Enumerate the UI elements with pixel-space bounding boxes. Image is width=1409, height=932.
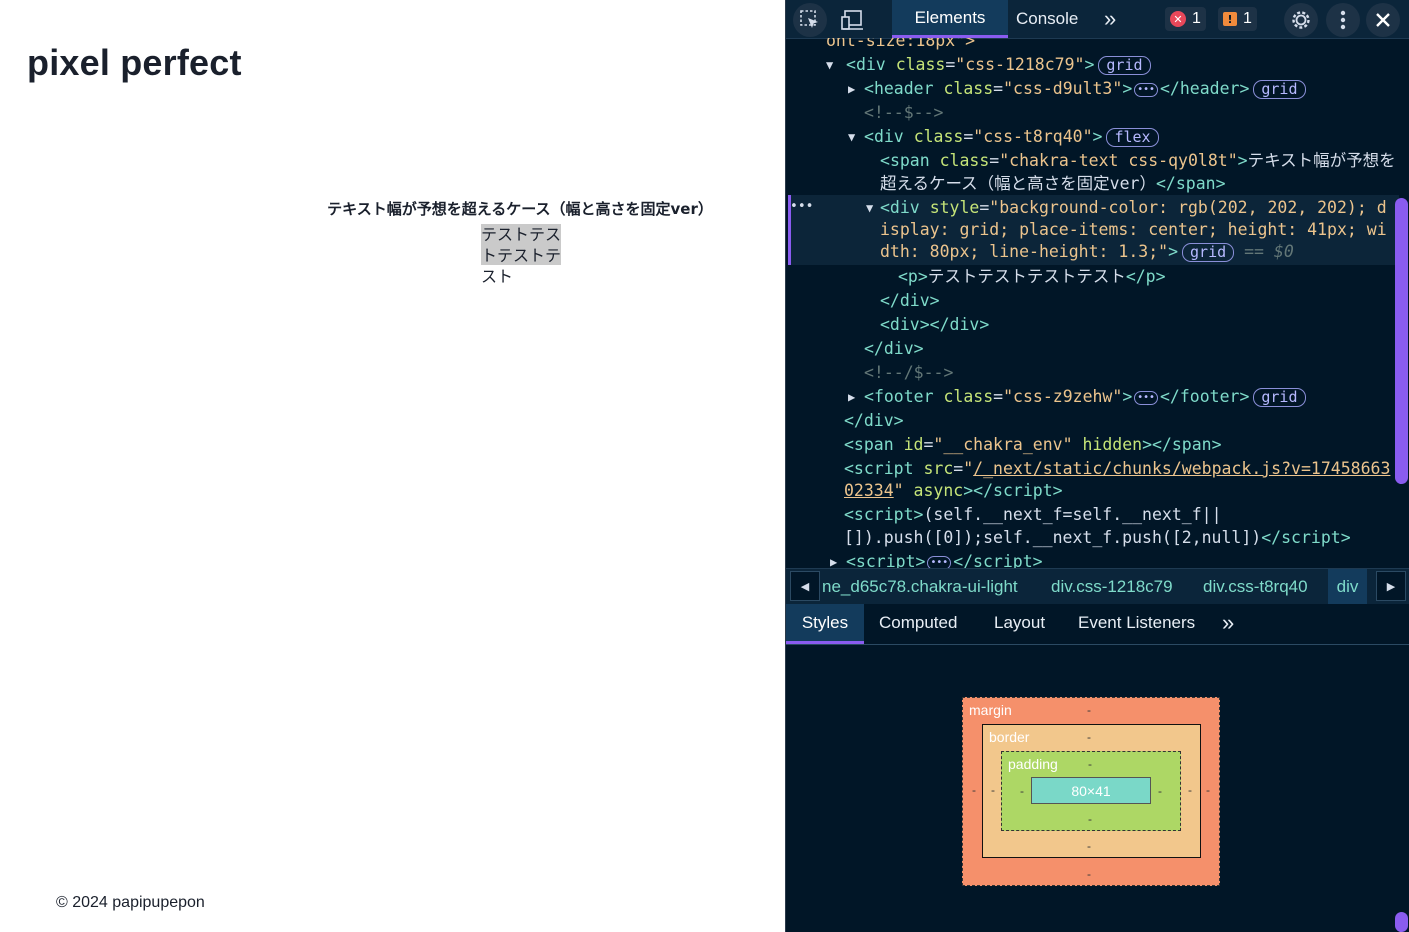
grid-badge[interactable]: grid	[1182, 243, 1235, 262]
expand-triangle-icon[interactable]: ▶	[848, 78, 855, 100]
more-options-icon[interactable]	[1326, 3, 1360, 37]
ellipsis-icon[interactable]: •••	[927, 555, 952, 568]
page-viewport: pixel perfect テキスト幅が予想を超えるケース（幅と高さを固定ver…	[0, 0, 785, 932]
tab-event-listeners[interactable]: Event Listeners	[1078, 604, 1195, 644]
dollar-zero-ref: == $0	[1244, 242, 1294, 261]
dom-line[interactable]: 超えるケース（幅と高さを固定ver）</span>	[880, 173, 1226, 195]
margin-left-value[interactable]: -	[972, 783, 976, 797]
settings-gear-icon[interactable]	[1284, 3, 1318, 37]
dom-line[interactable]: <span class="chakra-text css-qy0l8t">テキス…	[880, 150, 1396, 172]
warning-badge[interactable]: ! 1	[1218, 7, 1257, 31]
grid-badge[interactable]: grid	[1253, 80, 1306, 99]
flex-badge[interactable]: flex	[1106, 128, 1159, 147]
expand-triangle-icon[interactable]: ▶	[830, 551, 837, 568]
footer-copyright: © 2024 papipupepon	[56, 894, 205, 911]
border-bottom-value[interactable]: -	[1087, 839, 1091, 853]
breadcrumb-right-arrow-icon[interactable]: ▶	[1376, 571, 1406, 601]
ellipsis-icon[interactable]: •••	[1134, 82, 1158, 97]
script-src-link[interactable]: /_next/static/chunks/webpack.js?v=174586…	[973, 459, 1390, 478]
inspect-element-icon[interactable]	[793, 3, 827, 37]
tab-styles[interactable]: Styles	[786, 604, 864, 644]
warning-count: 1	[1243, 10, 1252, 27]
breadcrumb-left-arrow-icon[interactable]: ◀	[790, 571, 820, 601]
error-badge[interactable]: ✕ 1	[1165, 7, 1206, 31]
collapse-triangle-icon[interactable]: ▼	[826, 54, 833, 76]
dom-line[interactable]: </div>	[880, 290, 940, 312]
breadcrumb-item[interactable]: div.css-t8rq40	[1203, 569, 1308, 604]
dom-comment[interactable]: <!--$-->	[864, 102, 943, 124]
error-icon: ✕	[1170, 11, 1186, 27]
error-count: 1	[1192, 10, 1201, 27]
padding-bottom-value[interactable]: -	[1088, 812, 1092, 826]
border-left-value[interactable]: -	[991, 783, 995, 797]
dom-line[interactable]: ▼ <div class="css-t8rq40"> flex	[848, 126, 1159, 148]
more-tabs-icon[interactable]: »	[1104, 0, 1116, 38]
padding-top-value[interactable]: -	[1088, 757, 1092, 771]
dom-line-selected[interactable]: dth: 80px; line-height: 1.3;"> grid == $0	[880, 241, 1294, 263]
collapse-triangle-icon[interactable]: ▼	[866, 197, 873, 219]
dom-line[interactable]: ▶ <header class="css-d9ult3"> ••• </header…	[848, 78, 1306, 100]
grid-badge[interactable]: grid	[1098, 56, 1151, 75]
dom-line[interactable]: ▼ <div class="css-1218c79"> grid	[826, 54, 1151, 76]
dom-line[interactable]: ont-size:18px">	[826, 38, 975, 52]
breadcrumb-item-selected[interactable]: div	[1328, 569, 1367, 604]
device-toolbar-icon[interactable]	[835, 3, 869, 37]
collapse-triangle-icon[interactable]: ▼	[848, 126, 855, 148]
border-top-value[interactable]: -	[1087, 730, 1091, 744]
devtools-toolbar: Elements Console » ✕ 1 ! 1	[786, 0, 1409, 39]
dom-line[interactable]: ▶ <footer class="css-z9zehw"> ••• </footer…	[848, 386, 1306, 408]
dom-line[interactable]: <script src="/_next/static/chunks/webpac…	[844, 458, 1390, 480]
tab-computed[interactable]: Computed	[879, 604, 957, 644]
tab-console[interactable]: Console	[1016, 0, 1078, 38]
tab-layout[interactable]: Layout	[994, 604, 1045, 644]
dom-line-selected[interactable]: ▼ <div style="background-color: rgb(202,…	[866, 197, 1387, 219]
margin-bottom-value[interactable]: -	[1087, 867, 1091, 881]
node-actions-ellipsis-icon[interactable]: •••	[790, 196, 813, 218]
margin-right-value[interactable]: -	[1206, 783, 1210, 797]
grid-badge[interactable]: grid	[1253, 388, 1306, 407]
expand-triangle-icon[interactable]: ▶	[848, 386, 855, 408]
tab-elements[interactable]: Elements	[892, 0, 1008, 38]
more-subtabs-icon[interactable]: »	[1222, 604, 1234, 644]
dom-line[interactable]: </div>	[844, 410, 904, 432]
warning-icon: !	[1223, 12, 1237, 26]
dom-line-selected[interactable]: isplay: grid; place-items: center; heigh…	[880, 219, 1387, 241]
box-model-content-size[interactable]: 80×41	[1031, 777, 1151, 804]
styles-subtabs: Styles Computed Layout Event Listeners »	[786, 604, 1409, 645]
box-model-diagram: margin - - - - border - - - - padding - …	[786, 648, 1409, 932]
dom-comment[interactable]: <!--/$-->	[864, 362, 953, 384]
padding-right-value[interactable]: -	[1158, 784, 1162, 798]
breadcrumb: ◀ ne_d65c78.chakra-ui-light div.css-1218…	[786, 568, 1409, 605]
dom-line[interactable]: </div>	[864, 338, 924, 360]
close-devtools-icon[interactable]	[1366, 3, 1400, 37]
dom-tree-scrollbar[interactable]	[1395, 198, 1408, 484]
dom-line[interactable]: <p>テストテストテストテスト</p>	[898, 266, 1166, 288]
styles-scrollbar[interactable]	[1395, 912, 1408, 932]
demo-fixed-box[interactable]: テストテストテストテスト	[481, 224, 561, 286]
padding-left-value[interactable]: -	[1020, 784, 1024, 798]
devtools-panel: Elements Console » ✕ 1 ! 1 ont-size:18px…	[785, 0, 1409, 932]
dom-line[interactable]: <script>(self.__next_f=self.__next_f||	[844, 504, 1222, 526]
border-label: border	[989, 729, 1030, 745]
padding-label: padding	[1008, 756, 1058, 772]
site-title: pixel perfect	[27, 42, 242, 83]
dom-line[interactable]: <div></div>	[880, 314, 989, 336]
dom-tree[interactable]: ont-size:18px"> ▼ <div class="css-1218c7…	[786, 38, 1409, 568]
border-right-value[interactable]: -	[1188, 783, 1192, 797]
ellipsis-icon[interactable]: •••	[1134, 390, 1158, 405]
dom-line[interactable]: ▶ <script> ••• </script>	[830, 551, 1043, 568]
demo-text: テストテストテストテスト	[481, 225, 562, 286]
margin-label: margin	[969, 702, 1012, 718]
breadcrumb-item[interactable]: ne_d65c78.chakra-ui-light	[822, 569, 1018, 604]
margin-top-value[interactable]: -	[1087, 703, 1091, 717]
dom-line[interactable]: 02334" async></script>	[844, 480, 1063, 502]
breadcrumb-item[interactable]: div.css-1218c79	[1051, 569, 1173, 604]
dom-line[interactable]: []).push([0]);self.__next_f.push([2,null…	[844, 527, 1351, 549]
dom-line[interactable]: <span id="__chakra_env" hidden></span>	[844, 434, 1222, 456]
